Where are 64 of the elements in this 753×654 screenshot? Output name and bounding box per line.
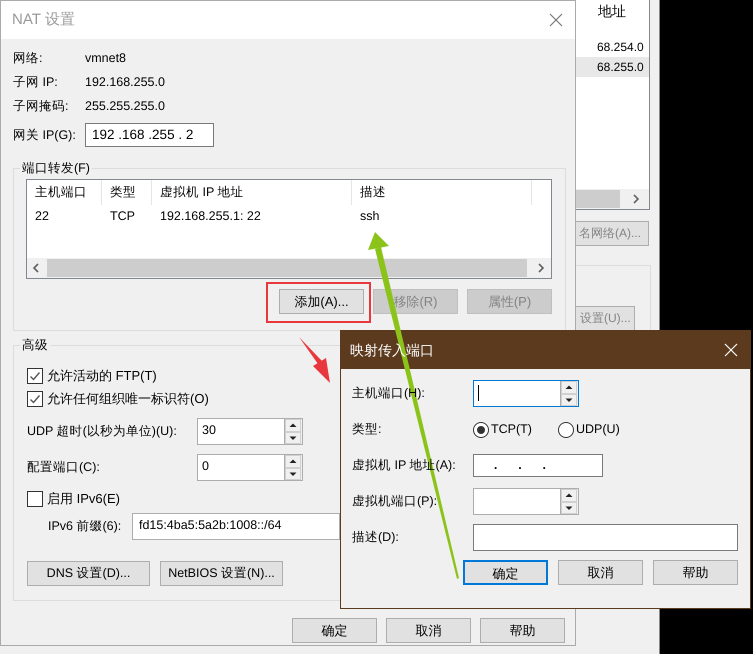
table-cell-text: 192.168.255.1: 22 [159, 208, 262, 225]
radio-label: UDP(U) [576, 421, 620, 438]
table-cell-text: TCP [109, 208, 136, 225]
text-field[interactable] [472, 524, 738, 551]
field-label: 描述(D): [352, 529, 400, 546]
list-row[interactable]: 68.254.0 [576, 37, 649, 57]
field-value: vmnet8 [85, 50, 126, 67]
window-title: NAT 设置 [12, 10, 75, 30]
spinner-field[interactable]: 0 [197, 454, 303, 481]
field-value: 192.168.255.0 [85, 74, 165, 91]
field-label: 子网 IP: [13, 74, 59, 91]
table-cell-text: ssh [359, 208, 380, 225]
button[interactable]: 帮助 [653, 560, 738, 585]
group-title: 端口转发(F) [20, 160, 92, 176]
checkbox[interactable] [27, 390, 43, 406]
field-label: 配置端口(C): [27, 459, 101, 476]
radio-label: TCP(T) [491, 421, 532, 438]
checkbox[interactable] [27, 490, 43, 506]
checkbox-label: 允许任何组织唯一标识符(O) [47, 390, 209, 408]
button[interactable]: 取消 [558, 560, 643, 585]
column-header[interactable]: 类型 [102, 180, 152, 205]
spinner-field[interactable] [473, 488, 579, 515]
column-header[interactable]: 虚拟机 IP 地址 [152, 180, 352, 205]
field-label: 虚拟机端口(P): [352, 493, 438, 510]
column-header: 地址 [598, 2, 626, 21]
ip-address-field[interactable]: 192 .168 .255 . 2 [85, 123, 214, 147]
button[interactable]: 帮助 [480, 618, 565, 643]
spinner-field[interactable]: 30 [197, 418, 303, 445]
column-header[interactable]: 主机端口 [27, 180, 102, 205]
scrollbar[interactable] [576, 189, 649, 209]
button[interactable]: 确定 [463, 560, 548, 585]
spinner-field[interactable] [473, 380, 579, 407]
radio-button[interactable] [473, 422, 489, 438]
field-value: 255.255.255.0 [85, 98, 165, 115]
group-title: 高级 [20, 337, 50, 353]
field-label: IPv6 前缀(6): [47, 518, 122, 536]
checkbox[interactable] [27, 368, 43, 384]
ip-address-field[interactable]: . . . [473, 454, 603, 477]
close-icon[interactable] [549, 13, 563, 27]
column-header[interactable]: 描述 [352, 180, 532, 205]
radio-button[interactable] [558, 422, 574, 438]
button[interactable]: DNS 设置(D)... [27, 561, 150, 586]
button[interactable]: NetBIOS 设置(N)... [160, 561, 283, 586]
field-value: 0 [201, 458, 210, 475]
check-icon [29, 392, 41, 404]
scrollbar[interactable] [27, 258, 551, 278]
field-value: 30 [201, 422, 217, 439]
checkbox-label: 启用 IPv6(E) [47, 490, 120, 508]
button[interactable]: 确定 [292, 618, 377, 643]
text-field[interactable]: fd15:4ba5:5a2b:1008::/64 [132, 513, 340, 540]
checkbox-label: 允许活动的 FTP(T) [47, 366, 157, 385]
button[interactable]: 取消 [386, 618, 471, 643]
check-icon [29, 370, 41, 382]
field-label: 子网掩码: [13, 98, 70, 115]
field-label: 网关 IP(G): [13, 126, 77, 144]
field-label: 网络: [13, 50, 44, 67]
list-row[interactable]: 68.255.0 [576, 57, 649, 77]
chevron-right-icon[interactable] [632, 194, 640, 204]
table-cell-text: 22 [34, 208, 50, 225]
scrollbar-thumb[interactable] [47, 259, 527, 277]
field-label: UDP 超时(以秒为单位)(U): [27, 423, 178, 440]
field-label: 类型: [352, 421, 382, 438]
button[interactable]: 添加(A)... [279, 289, 364, 314]
scrollbar-thumb[interactable] [576, 190, 620, 208]
